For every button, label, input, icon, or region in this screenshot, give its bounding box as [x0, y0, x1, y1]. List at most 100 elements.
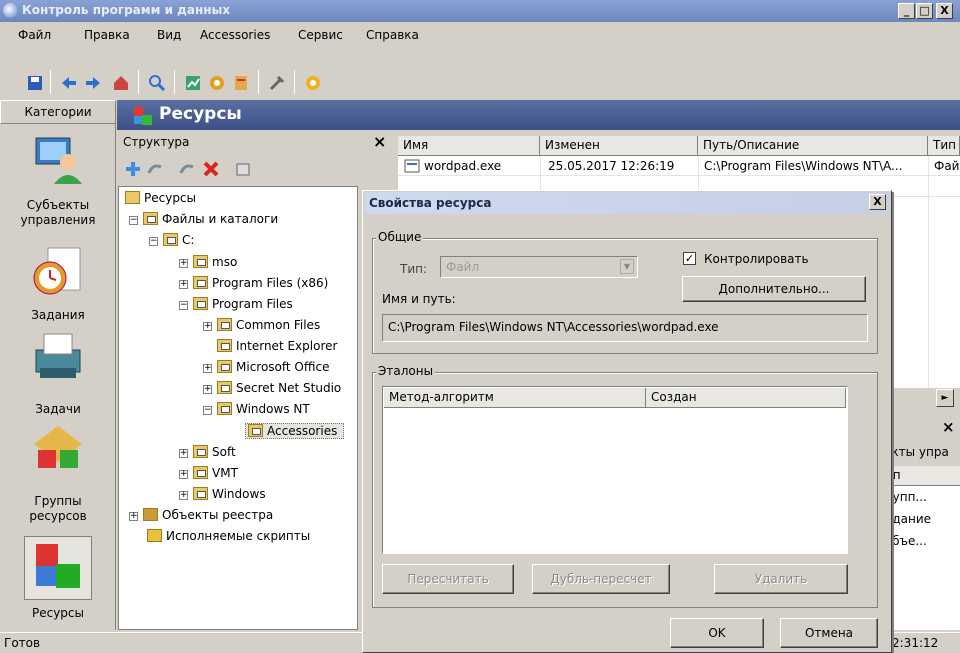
expand-toggle[interactable]: +: [129, 512, 138, 521]
col-modified[interactable]: Изменен: [540, 136, 698, 156]
category-subjects-label-1[interactable]: Субъекты: [0, 198, 116, 213]
duplicate-recalc-button[interactable]: Дубль-пересчет: [532, 564, 670, 594]
expand-toggle[interactable]: +: [179, 449, 188, 458]
tree-node-registry[interactable]: Объекты реестра: [143, 508, 273, 522]
expand-toggle[interactable]: +: [179, 470, 188, 479]
tree-node-microsoft-office[interactable]: Microsoft Office: [217, 360, 329, 374]
save-icon[interactable]: [26, 74, 44, 92]
categories-header: Категории: [0, 100, 116, 124]
cancel-button[interactable]: Отмена: [780, 618, 878, 648]
menu-file[interactable]: Файл: [18, 28, 51, 42]
tree-node-soft[interactable]: Soft: [193, 445, 236, 459]
row-path: C:\Program Files\Windows NT\A...: [704, 159, 903, 173]
category-groups-label-2[interactable]: ресурсов: [0, 509, 116, 524]
path-field[interactable]: C:\Program Files\Windows NT\Accessories\…: [382, 314, 868, 342]
tree-node-vmt[interactable]: VMT: [193, 466, 238, 480]
title-bar: Контроль программ и данных _ □ X: [0, 0, 960, 22]
menu-view[interactable]: Вид: [157, 28, 181, 42]
collapse-toggle[interactable]: −: [203, 406, 212, 415]
ok-button[interactable]: OK: [670, 618, 764, 648]
tree-node-windows-nt[interactable]: Windows NT: [217, 402, 310, 416]
lower-panel-close[interactable]: ×: [942, 418, 955, 436]
advanced-button[interactable]: Дополнительно...: [682, 276, 866, 302]
help-icon[interactable]: [304, 74, 322, 92]
table-row[interactable]: wordpad.exe 25.05.2017 12:26:19 C:\Progr…: [398, 157, 960, 175]
tree-node-program-files-x86[interactable]: Program Files (x86): [193, 276, 328, 290]
remove-link-icon[interactable]: [179, 161, 197, 177]
tree-node-windows[interactable]: Windows: [193, 487, 266, 501]
col-created[interactable]: Создан: [646, 388, 846, 408]
col-method[interactable]: Метод-алгоритм: [384, 388, 646, 408]
collapse-toggle[interactable]: −: [129, 216, 138, 225]
folder-icon: [217, 402, 232, 415]
tree-node-c-drive[interactable]: C:: [163, 233, 194, 247]
chart-icon[interactable]: [184, 74, 202, 92]
tools-icon[interactable]: [268, 74, 286, 92]
category-subjects-label-2[interactable]: управления: [0, 213, 116, 228]
menu-help[interactable]: Справка: [366, 28, 419, 42]
forward-arrow-icon[interactable]: [84, 74, 102, 92]
expand-toggle[interactable]: +: [179, 280, 188, 289]
folder-icon: [217, 360, 232, 373]
resources-small-icon: [134, 107, 152, 125]
properties-icon[interactable]: [235, 161, 251, 177]
type-select[interactable]: Файл ▼: [440, 256, 638, 278]
dialog-close-button[interactable]: X: [869, 194, 886, 210]
expand-toggle[interactable]: +: [179, 491, 188, 500]
search-icon[interactable]: [148, 74, 166, 92]
chevron-down-icon: ▼: [620, 259, 634, 274]
menu-accessories[interactable]: Accessories: [200, 28, 270, 42]
structure-close-button[interactable]: ×: [373, 132, 386, 151]
home-icon[interactable]: [112, 74, 130, 92]
minimize-button[interactable]: _: [898, 3, 915, 19]
tree-node-accessories-selected[interactable]: Accessories: [245, 423, 345, 439]
app-icon: [3, 3, 18, 18]
expand-toggle[interactable]: +: [179, 259, 188, 268]
recalculate-button[interactable]: Пересчитать: [382, 564, 514, 594]
category-resources-label[interactable]: Ресурсы: [0, 606, 116, 621]
tree-node-mso[interactable]: mso: [193, 255, 237, 269]
report-icon[interactable]: [232, 74, 250, 92]
delete-icon[interactable]: [203, 161, 219, 177]
folder-icon: [193, 445, 208, 458]
maximize-button[interactable]: □: [916, 3, 933, 19]
row-name: wordpad.exe: [424, 159, 502, 173]
category-assignments-label[interactable]: Задания: [0, 308, 116, 323]
add-link-icon[interactable]: [147, 161, 165, 177]
category-groups-label-1[interactable]: Группы: [0, 494, 116, 509]
folder-icon: [193, 255, 208, 268]
delete-button[interactable]: Удалить: [714, 564, 848, 594]
scroll-right-button[interactable]: ►: [936, 389, 954, 407]
tree-node-common-files[interactable]: Common Files: [217, 318, 320, 332]
lower-tab[interactable]: екты упра: [882, 442, 960, 464]
tree-node-internet-explorer[interactable]: Internet Explorer: [217, 339, 337, 353]
add-icon[interactable]: [125, 161, 141, 177]
collapse-toggle[interactable]: −: [149, 237, 158, 246]
control-checkbox-label[interactable]: Контролировать: [704, 252, 809, 266]
tree-node-files[interactable]: Файлы и каталоги: [143, 212, 278, 226]
tree-node-scripts[interactable]: Исполняемые скрипты: [147, 529, 310, 543]
general-group-label: Общие: [376, 230, 424, 244]
col-name[interactable]: Имя: [398, 136, 540, 156]
tree-node-program-files[interactable]: Program Files: [193, 297, 293, 311]
row-modified: 25.05.2017 12:26:19: [548, 159, 675, 173]
control-checkbox[interactable]: ✓: [683, 252, 696, 265]
category-tasks-label[interactable]: Задачи: [0, 402, 116, 417]
tasks-printer-icon: [35, 333, 81, 378]
col-path[interactable]: Путь/Описание: [698, 136, 928, 156]
menu-service[interactable]: Сервис: [298, 28, 343, 42]
collapse-toggle[interactable]: −: [179, 301, 188, 310]
expand-toggle[interactable]: +: [203, 322, 212, 331]
back-arrow-icon[interactable]: [60, 74, 78, 92]
toolbar: [0, 48, 960, 100]
tree-node-secret-net-studio[interactable]: Secret Net Studio: [217, 381, 341, 395]
close-window-button[interactable]: X: [936, 3, 953, 19]
gear-icon[interactable]: [208, 74, 226, 92]
structure-tree: Ресурсы − Файлы и каталоги − C: + mso + …: [118, 186, 358, 630]
expand-toggle[interactable]: +: [203, 385, 212, 394]
menu-edit[interactable]: Правка: [84, 28, 130, 42]
expand-toggle[interactable]: +: [203, 364, 212, 373]
folder-icon: [193, 276, 208, 289]
tree-node-resources[interactable]: Ресурсы: [125, 191, 196, 205]
col-type[interactable]: Тип: [928, 136, 960, 156]
